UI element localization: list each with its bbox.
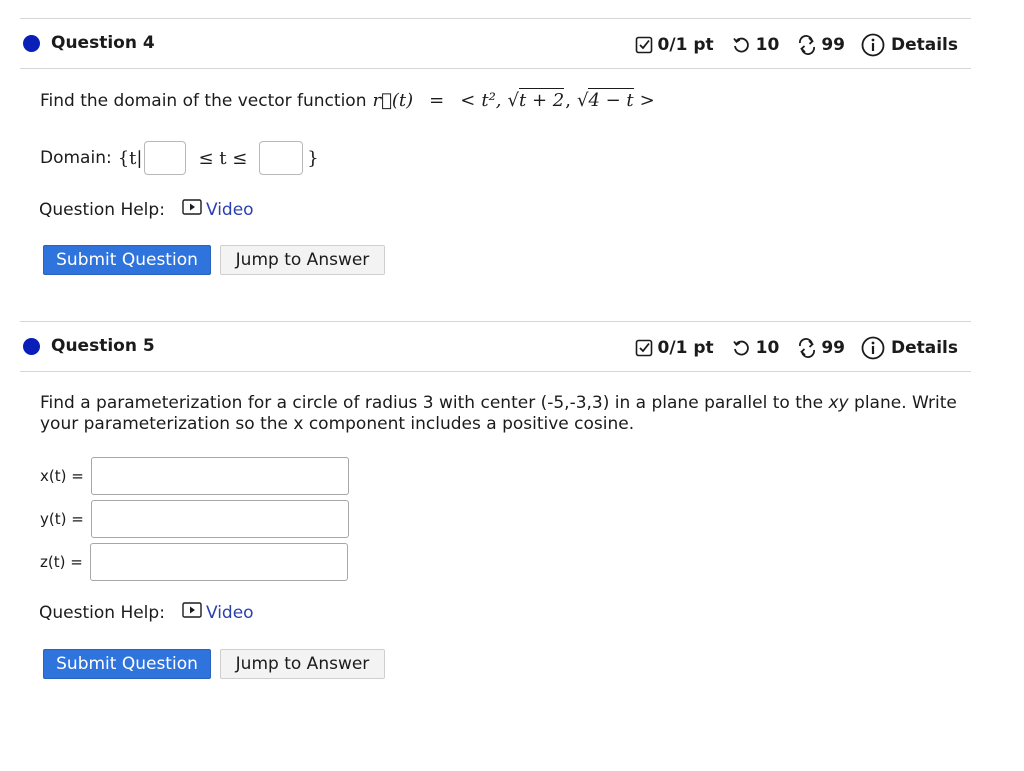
sqrt-expression-2: √4 − t xyxy=(576,88,634,111)
attempts-group: 99 xyxy=(797,338,845,358)
score-text: 0/1 pt xyxy=(657,338,714,358)
question-status-dot xyxy=(23,35,40,52)
attempts-count: 99 xyxy=(821,35,845,55)
submit-question-button[interactable]: Submit Question xyxy=(43,245,211,275)
score-group: 0/1 pt xyxy=(635,35,714,55)
score-group: 0/1 pt xyxy=(635,338,714,358)
question-5-prompt: Find a parameterization for a circle of … xyxy=(40,393,960,435)
domain-label: Domain: xyxy=(40,148,112,168)
domain-lower-input[interactable] xyxy=(144,141,187,175)
x-of-t-row: x(t) = xyxy=(40,457,349,495)
retries-count: 10 xyxy=(755,35,780,55)
y-of-t-input[interactable] xyxy=(90,500,349,538)
details-label: Details xyxy=(890,338,958,358)
math-open: < xyxy=(460,90,476,111)
jump-to-answer-button[interactable]: Jump to Answer xyxy=(220,649,385,679)
info-icon xyxy=(861,336,885,360)
math-close: > xyxy=(639,90,655,111)
question-help: Question Help: Video xyxy=(39,199,254,220)
sqrt-expression-1: √t + 2 xyxy=(507,88,565,111)
details-button[interactable]: Details xyxy=(861,33,958,57)
math-comma: , xyxy=(565,90,571,111)
z-of-t-input[interactable] xyxy=(89,543,348,581)
details-button[interactable]: Details xyxy=(861,336,958,360)
domain-close: } xyxy=(307,147,319,169)
video-icon xyxy=(182,199,202,220)
attempts-count: 99 xyxy=(821,338,845,358)
checkbox-icon xyxy=(635,339,653,357)
math-t-squared: t², xyxy=(481,90,502,111)
math-equals: = xyxy=(429,90,445,111)
question-5: Question 5 0/1 pt 10 99 Details Find a p… xyxy=(20,321,971,679)
help-label: Question Help: xyxy=(39,199,165,220)
retries-count: 10 xyxy=(755,338,780,358)
help-label: Question Help: xyxy=(39,602,165,623)
submit-question-button[interactable]: Submit Question xyxy=(43,649,211,679)
sqrt-radicand-1: t + 2 xyxy=(519,88,565,111)
y-of-t-row: y(t) = xyxy=(40,500,349,538)
jump-to-answer-button[interactable]: Jump to Answer xyxy=(220,245,385,275)
y-of-t-label: y(t) = xyxy=(40,510,84,528)
prompt-text-a: Find a parameterization for a circle of … xyxy=(40,393,824,413)
question-5-header: Question 5 0/1 pt 10 99 Details xyxy=(20,321,971,372)
domain-row: Domain: {t| ≤ t ≤ } xyxy=(40,141,319,175)
math-lhs: r⃗(t) xyxy=(372,90,414,111)
attempts-group: 99 xyxy=(797,35,845,55)
details-label: Details xyxy=(890,35,958,55)
checkbox-icon xyxy=(635,36,653,54)
retries-group: 10 xyxy=(732,338,780,358)
retry-icon xyxy=(732,36,750,54)
x-of-t-label: x(t) = xyxy=(40,467,84,485)
z-of-t-row: z(t) = xyxy=(40,543,348,581)
question-4: Question 4 0/1 pt 10 99 Details Find the… xyxy=(20,18,971,275)
attempts-icon xyxy=(797,35,817,55)
domain-middle: ≤ t ≤ xyxy=(198,147,248,169)
attempts-icon xyxy=(797,338,817,358)
video-icon xyxy=(182,602,202,623)
x-of-t-input[interactable] xyxy=(90,457,349,495)
question-meta: 0/1 pt 10 99 Details xyxy=(635,336,958,360)
retry-icon xyxy=(732,339,750,357)
video-link[interactable]: Video xyxy=(206,603,254,623)
info-icon xyxy=(861,33,885,57)
domain-upper-input[interactable] xyxy=(259,141,304,175)
prompt-italic: xy xyxy=(828,393,849,413)
z-of-t-label: z(t) = xyxy=(40,553,83,571)
prompt-line-1: Find a parameterization for a circle of … xyxy=(40,393,960,414)
prompt-text-b: plane. Write xyxy=(854,393,957,413)
vector-function-math: r⃗(t) = < t², √t + 2 , √4 − t > xyxy=(372,88,655,111)
question-4-prompt: Find the domain of the vector function r… xyxy=(40,88,655,111)
question-title: Question 5 xyxy=(51,336,155,356)
question-4-header: Question 4 0/1 pt 10 99 Details xyxy=(20,18,971,69)
question-status-dot xyxy=(23,338,40,355)
domain-open: {t| xyxy=(117,147,143,169)
retries-group: 10 xyxy=(732,35,780,55)
score-text: 0/1 pt xyxy=(657,35,714,55)
question-help: Question Help: Video xyxy=(39,602,254,623)
sqrt-radicand-2: 4 − t xyxy=(588,88,634,111)
prompt-text: Find the domain of the vector function xyxy=(40,90,367,111)
video-link[interactable]: Video xyxy=(206,200,254,220)
question-meta: 0/1 pt 10 99 Details xyxy=(635,33,958,57)
question-title: Question 4 xyxy=(51,33,155,53)
prompt-line-2: your parameterization so the x component… xyxy=(40,414,635,434)
